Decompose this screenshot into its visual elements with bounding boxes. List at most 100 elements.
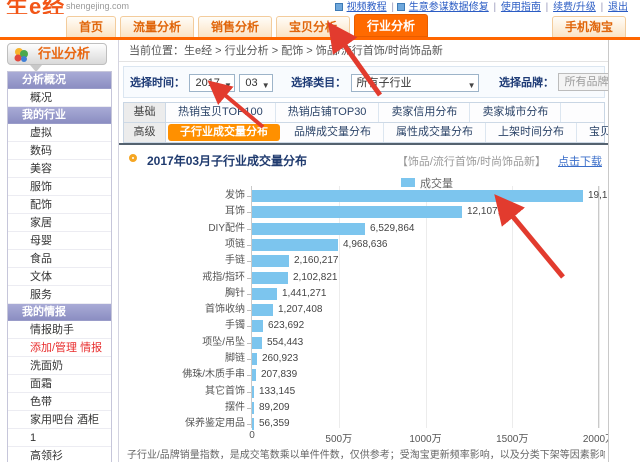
category-label: 手镯 bbox=[119, 318, 245, 334]
bar-value-label: 2,160,217 bbox=[294, 253, 339, 269]
sidebar-item[interactable]: 母婴 bbox=[8, 232, 111, 250]
sidebar-item[interactable]: 美容 bbox=[8, 160, 111, 178]
report-tabs: 基础热销宝贝TOP100热销店铺TOP30卖家信用分布卖家城市分布 高级子行业成… bbox=[123, 102, 605, 143]
category-label: 首饰收纳 bbox=[119, 302, 245, 318]
bar[interactable] bbox=[252, 386, 254, 398]
nav-tab-item[interactable]: 流量分析 bbox=[120, 16, 194, 37]
tab-item[interactable]: 属性成交量分布 bbox=[384, 123, 486, 142]
bar[interactable] bbox=[252, 304, 273, 316]
chevron-down-icon: ▼ bbox=[262, 78, 270, 94]
category-label: 耳饰 bbox=[119, 204, 245, 220]
category-label: 发饰 bbox=[119, 188, 245, 204]
chart-row: 其它首饰133,145 bbox=[119, 384, 609, 400]
sidebar-item[interactable]: 洗面奶 bbox=[8, 357, 111, 375]
sidebar-menu: 分析概况概况我的行业虚拟数码美容服饰配饰家居母婴食品文体服务我的情报情报助手添加… bbox=[7, 71, 112, 462]
bar[interactable] bbox=[252, 272, 288, 284]
chart-row: 脚链260,923 bbox=[119, 351, 609, 367]
sidebar-item[interactable]: 虚拟 bbox=[8, 124, 111, 142]
bar[interactable] bbox=[252, 255, 289, 267]
main-nav: 首页流量分析销售分析宝贝分析行业分析 手机淘宝 bbox=[0, 14, 640, 37]
sidebar-item[interactable]: 情报助手 bbox=[8, 321, 111, 339]
nav-tab-mobile-taobao[interactable]: 手机淘宝 bbox=[552, 16, 626, 37]
advanced-tab-row: 高级子行业成交量分布品牌成交量分布属性成交量分布上架时间分布宝贝价格分布 bbox=[124, 123, 604, 143]
sidebar-item[interactable]: 文体 bbox=[8, 268, 111, 286]
bar[interactable] bbox=[252, 206, 462, 218]
sidebar-item[interactable]: 服饰 bbox=[8, 178, 111, 196]
tab-item[interactable]: 热销宝贝TOP100 bbox=[166, 103, 276, 122]
sidebar-item[interactable]: 添加/管理 情报 bbox=[8, 339, 111, 357]
axis-tick bbox=[247, 229, 251, 230]
bar[interactable] bbox=[252, 288, 277, 300]
chart-row: 佛珠/木质手串207,839 bbox=[119, 367, 609, 383]
sidebar-item[interactable]: 家用吧台 酒柜 bbox=[8, 411, 111, 429]
bar-value-label: 554,443 bbox=[267, 335, 303, 351]
axis-tick bbox=[247, 408, 251, 409]
nav-tab-item[interactable]: 销售分析 bbox=[198, 16, 272, 37]
bar[interactable] bbox=[252, 353, 257, 365]
bar[interactable] bbox=[252, 239, 338, 251]
site-logo[interactable]: 生e经 bbox=[6, 0, 65, 14]
top-bar: 生e经 shengejing.com 视频教程 | 生意参谋数据修复 | 使用指… bbox=[0, 0, 640, 14]
category-label: 戒指/指环 bbox=[119, 270, 245, 286]
sidebar-item[interactable]: 面霜 bbox=[8, 375, 111, 393]
tab-item[interactable]: 宝贝价格分布 bbox=[577, 123, 609, 142]
month-select[interactable]: 03▼ bbox=[239, 74, 272, 92]
top-link[interactable]: 退出 bbox=[608, 2, 628, 13]
bar-value-label: 207,839 bbox=[261, 367, 297, 383]
bar-value-label: 89,209 bbox=[259, 400, 290, 416]
axis-tick bbox=[247, 196, 251, 197]
x-axis: 0500万1000万1500万2000万 bbox=[119, 428, 609, 444]
top-link[interactable]: 生意参谋数据修复 bbox=[409, 2, 489, 13]
axis-tick bbox=[247, 326, 251, 327]
bar[interactable] bbox=[252, 190, 583, 202]
sidebar-item[interactable]: 色带 bbox=[8, 393, 111, 411]
nav-tab-active[interactable]: 行业分析 bbox=[354, 14, 428, 37]
chevron-down-icon: ▼ bbox=[224, 78, 232, 94]
chart-row: 发饰 19,1 bbox=[119, 188, 609, 204]
top-link[interactable]: 使用指南 bbox=[501, 2, 541, 13]
sidebar-item[interactable]: 服务 bbox=[8, 286, 111, 304]
chart-row: 摆件89,209 bbox=[119, 400, 609, 416]
tab-active[interactable]: 子行业成交量分布 bbox=[168, 124, 280, 141]
chart-row: 戒指/指环2,102,821 bbox=[119, 270, 609, 286]
bar[interactable] bbox=[252, 369, 256, 381]
link-icon bbox=[397, 3, 405, 11]
top-link[interactable]: 视频教程 bbox=[347, 2, 387, 13]
tab-item[interactable]: 上架时间分布 bbox=[486, 123, 577, 142]
sidebar-item[interactable]: 概况 bbox=[8, 89, 111, 107]
orange-ring-icon bbox=[129, 154, 137, 162]
category-select[interactable]: 所有子行业▼ bbox=[351, 74, 479, 92]
axis-tick bbox=[247, 424, 251, 425]
download-link[interactable]: 点击下载 bbox=[558, 153, 602, 169]
sidebar-item[interactable]: 1 bbox=[8, 429, 111, 447]
sidebar-item[interactable]: 配饰 bbox=[8, 196, 111, 214]
tab-item[interactable]: 卖家城市分布 bbox=[470, 103, 561, 122]
basic-tab-row: 基础热销宝贝TOP100热销店铺TOP30卖家信用分布卖家城市分布 bbox=[124, 103, 604, 123]
bar-value-label: 19,1 bbox=[588, 188, 607, 204]
sidebar-item[interactable]: 家居 bbox=[8, 214, 111, 232]
bar[interactable] bbox=[252, 337, 262, 349]
category-label: 手链 bbox=[119, 253, 245, 269]
sidebar-item[interactable]: 高领衫 bbox=[8, 447, 111, 462]
axis-tick bbox=[247, 212, 251, 213]
bar[interactable] bbox=[252, 402, 254, 414]
tab-item[interactable]: 品牌成交量分布 bbox=[282, 123, 384, 142]
bar-chart: 发饰19,1耳饰12,107,556DIY配件6,529,864项链4,968,… bbox=[119, 186, 609, 462]
nav-tab-item[interactable]: 宝贝分析 bbox=[276, 16, 350, 37]
time-filter-label: 选择时间： bbox=[130, 77, 185, 89]
sidebar-header: 行业分析 bbox=[7, 43, 107, 65]
brand-combobox[interactable]: 所有品牌 (搜索...)▼ bbox=[558, 73, 609, 91]
top-link[interactable]: 续费/升级 bbox=[553, 2, 596, 13]
bar[interactable] bbox=[252, 320, 263, 332]
sidebar-item[interactable]: 数码 bbox=[8, 142, 111, 160]
bar[interactable] bbox=[252, 223, 365, 235]
site-domain: shengejing.com bbox=[66, 1, 129, 11]
sidebar-item[interactable]: 食品 bbox=[8, 250, 111, 268]
year-select[interactable]: 2017▼ bbox=[189, 74, 234, 92]
bar-value-label: 4,968,636 bbox=[343, 237, 388, 253]
nav-tab-item[interactable]: 首页 bbox=[66, 16, 116, 37]
footnote: 子行业/品牌销量指数，是成交笔数乘以单件件数，仅供参考；受淘宝更新频率影响，以及… bbox=[127, 446, 605, 461]
tab-item[interactable]: 热销店铺TOP30 bbox=[276, 103, 380, 122]
tab-item[interactable]: 卖家信用分布 bbox=[379, 103, 470, 122]
x-tick-label: 500万 bbox=[325, 430, 352, 445]
